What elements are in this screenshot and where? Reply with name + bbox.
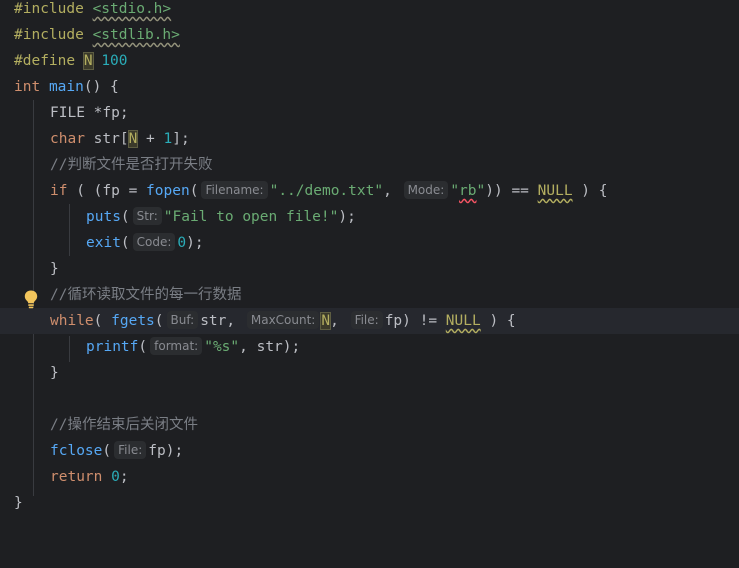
- code-text: , str);: [239, 339, 301, 355]
- code-line-2[interactable]: #include <stdlib.h>: [0, 22, 739, 48]
- parameter-hint: Code:: [132, 233, 176, 251]
- code-text: ) {: [572, 183, 608, 199]
- function-call: exit: [86, 235, 121, 251]
- function-name: main: [48, 79, 84, 95]
- code-text: str,: [200, 313, 244, 329]
- lightbulb-icon[interactable]: [22, 289, 40, 309]
- code-line-6[interactable]: char str[N + 1];: [0, 126, 739, 152]
- code-line-5[interactable]: FILE *fp;: [0, 100, 739, 126]
- parameter-hint: Filename:: [201, 181, 268, 199]
- function-call: fgets: [111, 313, 155, 329]
- code-line-7[interactable]: //判断文件是否打开失败: [0, 152, 739, 178]
- code-line-1[interactable]: #include <stdio.h>: [0, 0, 739, 22]
- code-line-8[interactable]: if ( (fp = fopen(Filename: "../demo.txt",…: [0, 178, 739, 204]
- while-keyword: while: [50, 313, 94, 329]
- parameter-hint: Str:: [132, 207, 162, 225]
- parameter-hint: Buf:: [166, 311, 199, 329]
- code-text: (: [120, 209, 130, 225]
- code-text: ;: [119, 469, 129, 485]
- macro-ref: N: [127, 130, 139, 148]
- string-literal: "%s": [204, 339, 240, 355]
- code-text: (: [102, 443, 112, 459]
- code-line-12[interactable]: //循环读取文件的每一行数据: [0, 282, 739, 308]
- code-text: (: [154, 313, 164, 329]
- string-literal: "Fail to open file!": [163, 209, 339, 225]
- function-call: puts: [86, 209, 121, 225]
- code-editor[interactable]: #include <stdio.h> #include <stdlib.h> #…: [0, 0, 739, 528]
- function-call: printf: [86, 339, 139, 355]
- code-text: (: [138, 339, 148, 355]
- type-keyword: char: [50, 131, 85, 147]
- code-text: ];: [172, 131, 190, 147]
- code-text: FILE *fp;: [50, 105, 129, 121]
- parameter-hint: MaxCount:: [246, 311, 320, 329]
- include-path: <stdio.h>: [92, 1, 172, 17]
- code-text: (: [93, 313, 112, 329]
- code-text: ) {: [480, 313, 516, 329]
- comment: //循环读取文件的每一行数据: [50, 287, 242, 303]
- code-text: fp);: [148, 443, 184, 459]
- code-text: );: [186, 235, 204, 251]
- code-text: () {: [83, 79, 119, 95]
- preprocessor-keyword: #include: [14, 1, 84, 17]
- string-quote: ": [450, 183, 460, 199]
- preprocessor-keyword: #include: [14, 27, 84, 43]
- parameter-hint: File:: [114, 441, 147, 459]
- code-line-14[interactable]: printf(format: "%s", str);: [0, 334, 739, 360]
- parameter-hint: File:: [350, 311, 383, 329]
- code-text: str[: [84, 131, 129, 147]
- function-call: fopen: [146, 183, 190, 199]
- type-keyword: int: [14, 79, 41, 95]
- code-text: fp) !=: [384, 313, 446, 329]
- include-path: <stdlib.h>: [92, 27, 180, 43]
- macro-value: 100: [101, 53, 128, 69]
- parameter-hint: Mode:: [403, 181, 449, 199]
- code-text: }: [50, 261, 59, 277]
- parameter-hint: format:: [150, 337, 203, 355]
- code-line-20[interactable]: }: [0, 490, 739, 516]
- code-text: (: [120, 235, 130, 251]
- code-line-15[interactable]: }: [0, 360, 739, 386]
- code-text: }: [14, 495, 23, 511]
- string-literal: "../demo.txt": [269, 183, 384, 199]
- code-line-9[interactable]: puts(Str: "Fail to open file!");: [0, 204, 739, 230]
- code-line-13[interactable]: while( fgets(Buf: str, MaxCount: N, File: f…: [0, 308, 739, 334]
- code-line-4[interactable]: int main() {: [0, 74, 739, 100]
- code-text: (: [189, 183, 199, 199]
- code-line-17[interactable]: //操作结束后关闭文件: [0, 412, 739, 438]
- code-line-11[interactable]: }: [0, 256, 739, 282]
- code-text: );: [338, 209, 356, 225]
- code-text: ( (fp =: [67, 183, 147, 199]
- macro-ref: NULL: [445, 313, 481, 329]
- code-text: ,: [330, 313, 348, 329]
- comment: //操作结束后关闭文件: [50, 417, 198, 433]
- macro-ref: NULL: [537, 183, 573, 199]
- string-literal: rb: [459, 183, 477, 199]
- number-literal: 0: [111, 469, 120, 485]
- return-keyword: return: [50, 469, 103, 485]
- function-call: fclose: [50, 443, 103, 459]
- if-keyword: if: [50, 183, 68, 199]
- code-line-16[interactable]: [0, 386, 739, 412]
- macro-ref: N: [320, 312, 332, 330]
- code-line-19[interactable]: return 0;: [0, 464, 739, 490]
- code-line-10[interactable]: exit(Code: 0);: [0, 230, 739, 256]
- macro-name: N: [82, 52, 94, 70]
- comment: //判断文件是否打开失败: [50, 157, 213, 173]
- number-literal: 0: [177, 235, 187, 251]
- string-quote: ": [476, 183, 486, 199]
- code-text: )) ==: [485, 183, 538, 199]
- code-line-18[interactable]: fclose(File: fp);: [0, 438, 739, 464]
- preprocessor-keyword: #define: [14, 53, 76, 69]
- code-text: }: [50, 365, 59, 381]
- code-text: +: [137, 131, 164, 147]
- code-text: ,: [383, 183, 401, 199]
- number-literal: 1: [163, 131, 173, 147]
- code-line-3[interactable]: #define N 100: [0, 48, 739, 74]
